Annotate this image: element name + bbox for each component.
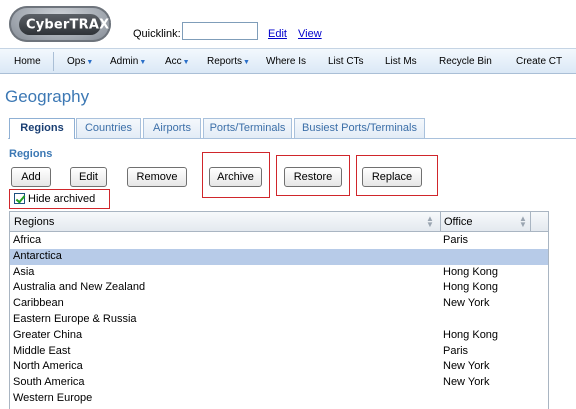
cybertrax-logo[interactable]: CyberTRAX2.0 (9, 6, 123, 42)
tab-regions[interactable]: Regions (9, 118, 75, 139)
nav-where-is[interactable]: Where Is (266, 56, 306, 67)
column-header-office[interactable]: Office (444, 216, 473, 228)
logo-text: CyberTRAX2.0 (26, 17, 124, 33)
sort-icon[interactable]: ▲ ▼ (519, 215, 527, 229)
replace-button[interactable]: Replace (362, 167, 422, 187)
table-row[interactable]: North America New York (10, 359, 548, 375)
region-cell: Western Europe (13, 392, 93, 404)
office-cell: Paris (443, 344, 469, 357)
table-row[interactable]: Greater China Hong Kong (10, 328, 548, 344)
tab-ports-terminals[interactable]: Ports/Terminals (203, 118, 292, 138)
region-cell: Middle East (13, 344, 71, 357)
region-cell: Eastern Europe & Russia (13, 313, 137, 325)
table-row[interactable]: Asia Hong Kong (10, 265, 548, 281)
nav-admin[interactable]: Admin▼ (110, 56, 146, 67)
section-heading: Regions (9, 148, 53, 160)
region-cell: Caribbean (13, 297, 64, 310)
remove-button[interactable]: Remove (127, 167, 187, 187)
office-cell: New York (443, 360, 490, 373)
nav-acc[interactable]: Acc▼ (165, 56, 190, 67)
region-cell: Greater China (13, 328, 83, 341)
sort-icon[interactable]: ▲ ▼ (426, 215, 434, 229)
nav-list-cts[interactable]: List CTs (328, 56, 364, 67)
nav-list-ms[interactable]: List Ms (385, 56, 417, 67)
region-cell: Asia (13, 265, 35, 278)
office-cell: New York (443, 376, 490, 389)
chevron-down-icon: ▼ (139, 59, 147, 66)
main-nav-bar: Home Ops▼ Admin▼ Acc▼ Reports▼ Where Is … (0, 48, 576, 74)
tab-countries[interactable]: Countries (76, 118, 141, 138)
office-cell: Paris (443, 234, 469, 246)
region-cell: North America (13, 360, 83, 373)
table-row[interactable]: Caribbean New York (10, 296, 548, 312)
edit-button[interactable]: Edit (70, 167, 107, 187)
office-cell: Hong Kong (443, 265, 499, 278)
nav-separator (53, 52, 54, 71)
tab-strip-line (8, 138, 576, 139)
region-cell: Australia and New Zealand (13, 281, 146, 294)
column-header-regions[interactable]: Regions (14, 216, 54, 228)
quicklink-label: Quicklink: (133, 28, 181, 40)
column-divider[interactable] (440, 212, 441, 232)
nav-recycle-bin[interactable]: Recycle Bin (439, 56, 492, 67)
nav-ops[interactable]: Ops▼ (67, 56, 93, 67)
column-divider[interactable] (530, 212, 531, 232)
nav-home[interactable]: Home (14, 56, 41, 67)
office-cell: Hong Kong (443, 328, 499, 341)
table-row[interactable]: Western Europe (10, 391, 548, 407)
add-button[interactable]: Add (11, 167, 51, 187)
table-row[interactable]: Australia and New Zealand Hong Kong (10, 280, 548, 296)
archive-button[interactable]: Archive (209, 167, 262, 187)
grid-header: Regions ▲ ▼ Office ▲ ▼ (10, 212, 548, 232)
tab-busiest-ports-terminals[interactable]: Busiest Ports/Terminals (294, 118, 425, 138)
region-cell: Antarctica (13, 249, 62, 262)
chevron-down-icon: ▼ (86, 59, 94, 66)
restore-button[interactable]: Restore (284, 167, 342, 187)
nav-create-ct[interactable]: Create CT (516, 56, 562, 67)
region-cell: Africa (13, 234, 42, 246)
table-row[interactable]: Africa Paris (10, 233, 548, 249)
quicklink-input[interactable] (182, 22, 258, 40)
regions-grid: Regions ▲ ▼ Office ▲ ▼ Africa Paris Antarcti… (9, 211, 549, 409)
table-row[interactable]: Eastern Europe & Russia (10, 312, 548, 328)
chevron-down-icon: ▼ (243, 59, 250, 66)
page-title: Geography (5, 87, 90, 106)
tab-airports[interactable]: Airports (143, 118, 201, 138)
table-row[interactable]: Antarctica (10, 248, 548, 265)
office-cell: New York (443, 297, 490, 310)
quicklink-view-link[interactable]: View (298, 28, 322, 40)
quicklink-edit-link[interactable]: Edit (268, 28, 287, 40)
hide-archived-checkbox[interactable] (14, 193, 25, 204)
chevron-down-icon: ▼ (182, 59, 190, 66)
hide-archived-label: Hide archived (28, 193, 96, 205)
table-row[interactable]: Middle East Paris (10, 344, 548, 360)
office-cell: Hong Kong (443, 281, 499, 294)
region-cell: South America (13, 376, 85, 389)
table-row[interactable]: South America New York (10, 375, 548, 391)
nav-reports[interactable]: Reports▼ (207, 56, 250, 67)
